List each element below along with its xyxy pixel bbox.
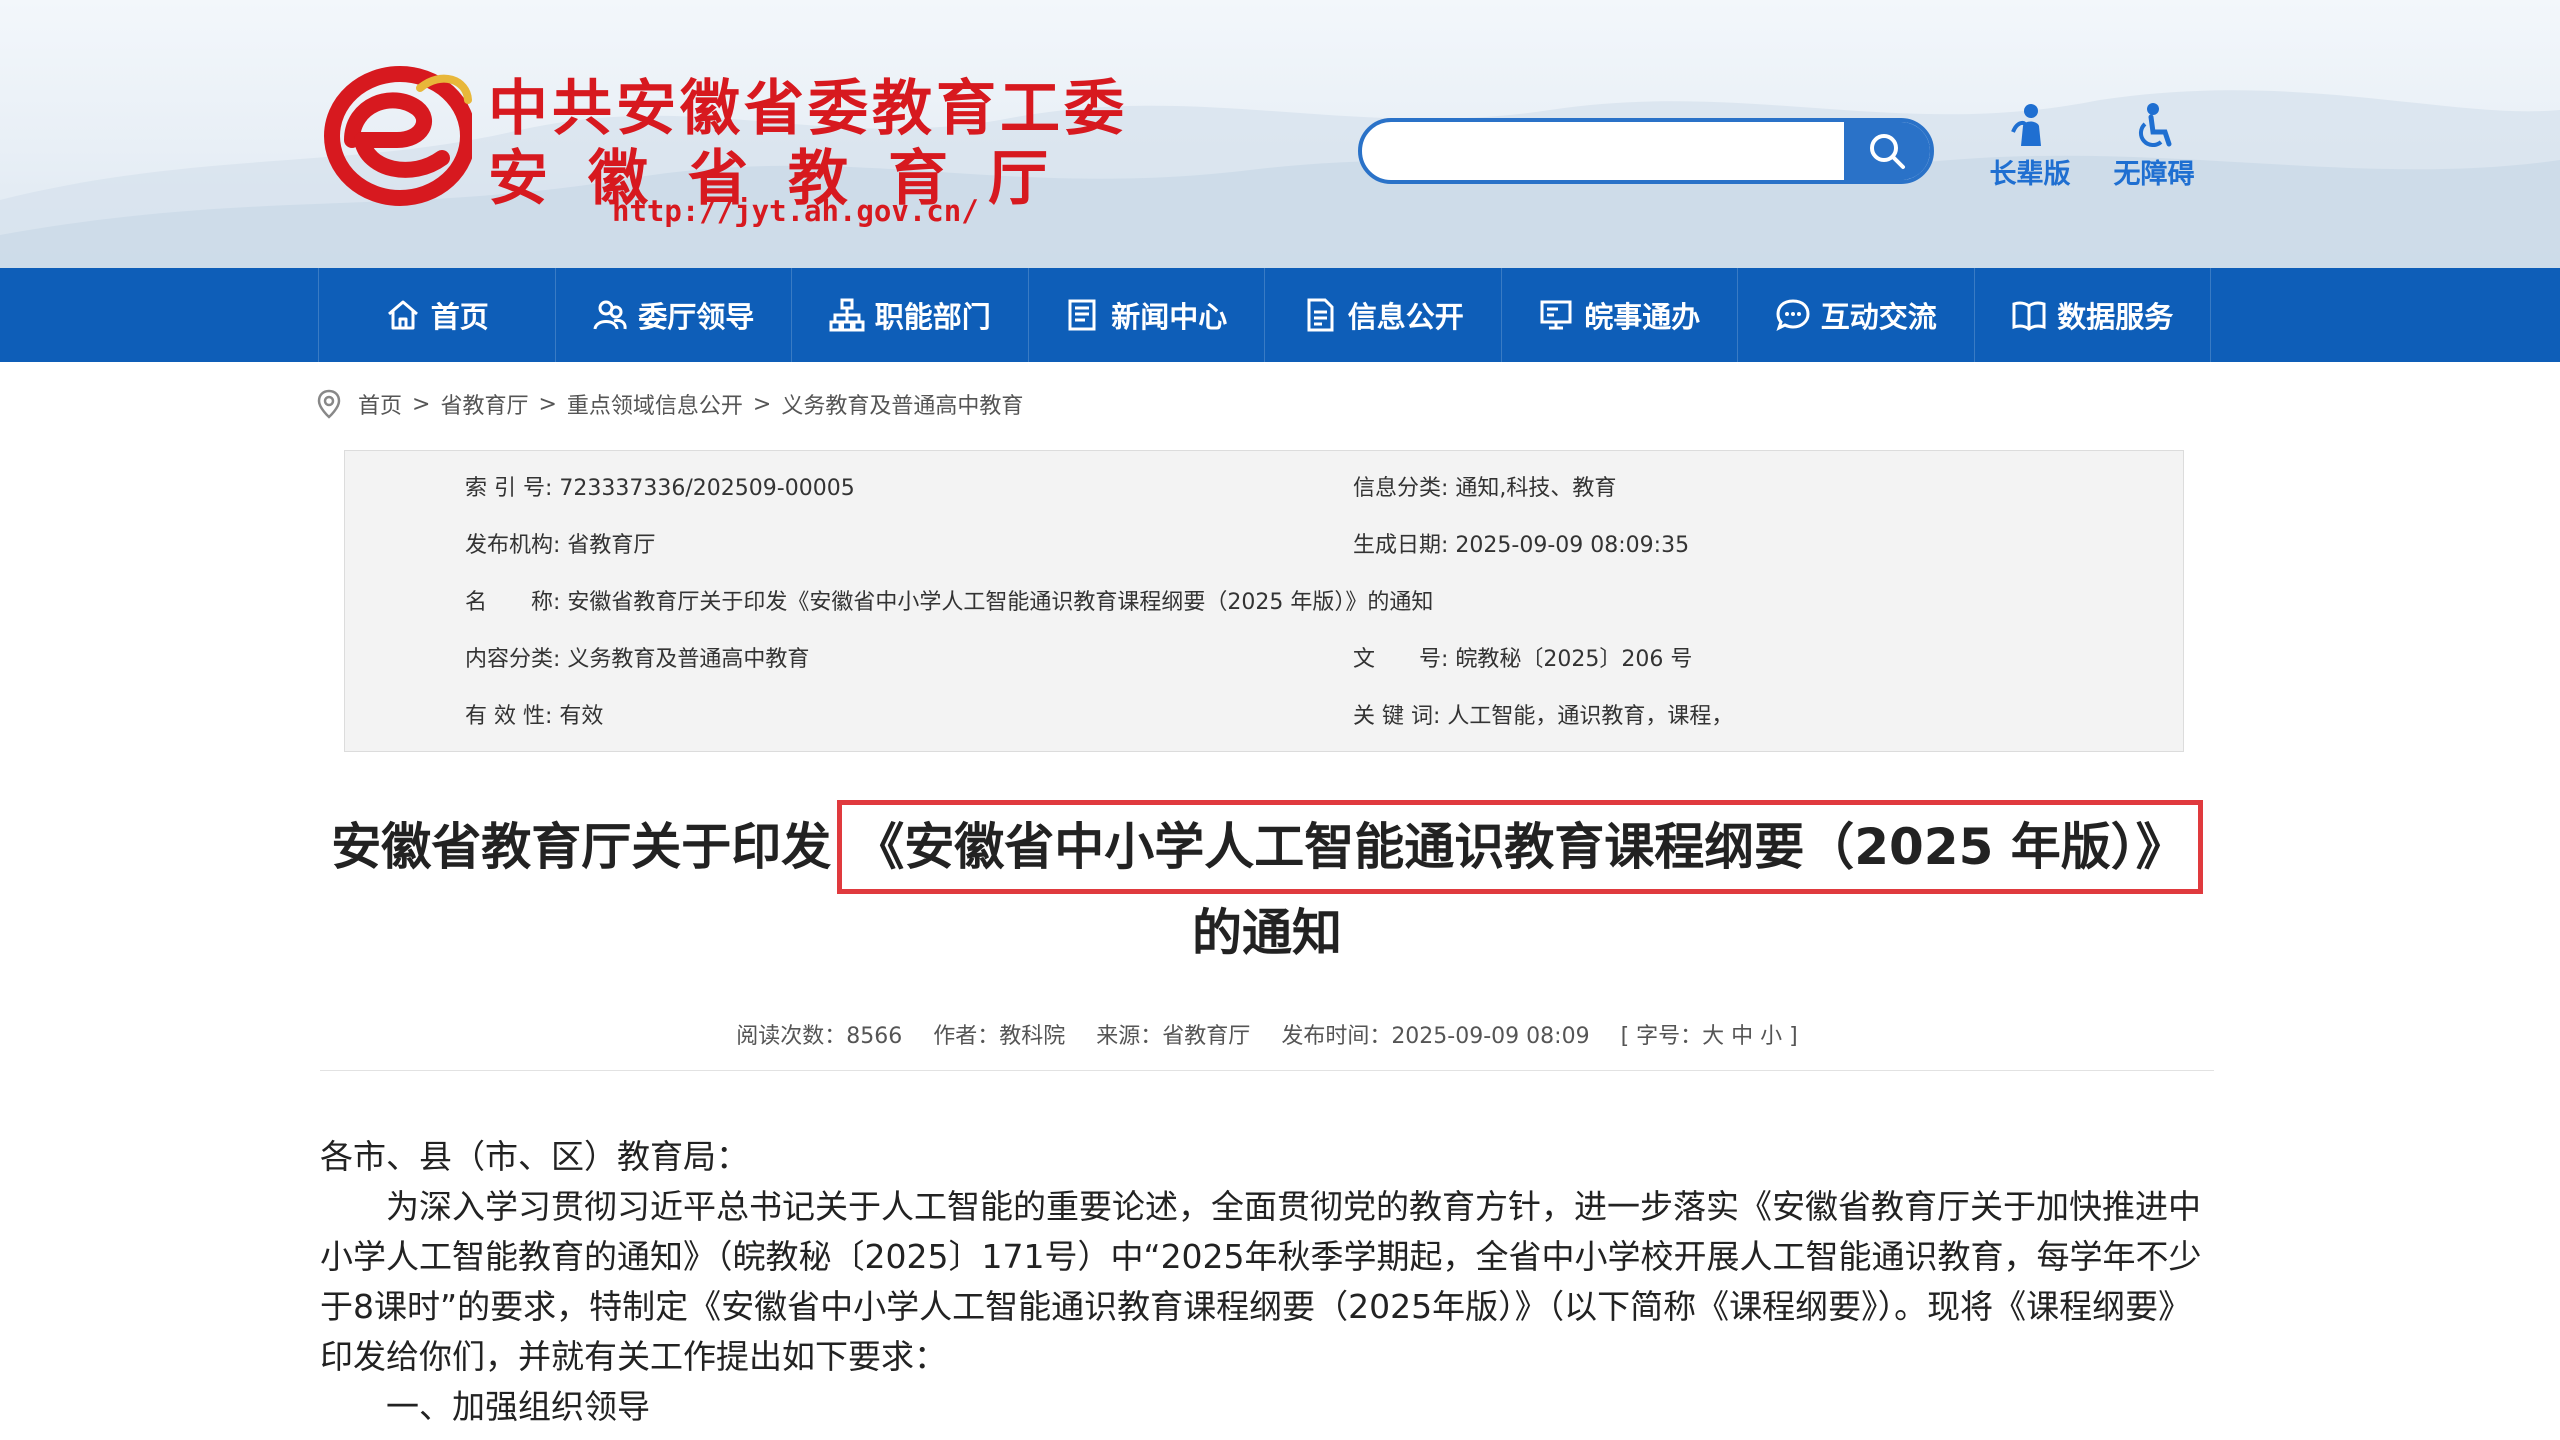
info-content-value: 义务教育及普通高中教育: [567, 647, 810, 672]
accessibility-icon: [2138, 103, 2172, 148]
info-label: 信息分类:: [1353, 476, 1449, 501]
nav-label: 委厅领导: [638, 300, 755, 334]
accessibility-button[interactable]: 无障碍: [2104, 102, 2204, 191]
info-keywords-value: 人工智能，通识教育，课程，: [1447, 704, 1734, 729]
e-emblem-icon: [324, 66, 472, 206]
info-label: 内容分类:: [465, 647, 561, 672]
elder-icon: [2011, 104, 2041, 146]
breadcrumb-section[interactable]: 重点领域信息公开: [567, 388, 743, 420]
nav-label: 信息公开: [1347, 300, 1464, 334]
title-prefix: 安徽省教育厅关于印发: [331, 818, 832, 876]
document-info-panel: 索 引 号: 723337336/202509-00005 信息分类: 通知,科…: [344, 450, 2184, 752]
chat-icon: [1776, 299, 1810, 331]
article-source: 来源：省教育厅: [1096, 1024, 1251, 1049]
read-count: 阅读次数：8566: [736, 1024, 903, 1049]
elder-mode-button[interactable]: 长辈版: [1980, 102, 2080, 191]
info-docno-value: 皖教秘〔2025〕206 号: [1455, 647, 1693, 672]
divider: [320, 1070, 2214, 1071]
news-icon: [1068, 299, 1096, 331]
section-heading: 一、加强组织领导: [386, 1387, 650, 1426]
nav-label: 首页: [430, 300, 489, 334]
font-size-switch[interactable]: [ 字号：大 中 小 ]: [1621, 1024, 1798, 1049]
info-category-value: 通知,科技、教育: [1455, 476, 1617, 501]
nav-item-leaders[interactable]: 委厅领导: [554, 268, 792, 362]
nav-label: 职能部门: [874, 300, 991, 334]
breadcrumb-home[interactable]: 首页: [358, 388, 402, 420]
accessibility-label: 无障碍: [2113, 159, 2195, 190]
article-body: 各市、县（市、区）教育局： 为深入学习贯彻习近平总书记关于人工智能的重要论述，全…: [320, 1132, 2214, 1432]
breadcrumb-department[interactable]: 省教育厅: [440, 388, 528, 420]
main-nav: 首页 委厅领导 职能部门 新闻中心 信息公开 皖事通办 互动交流 数据服务: [0, 268, 2560, 362]
search-icon: [1870, 134, 1905, 169]
nav-item-data[interactable]: 数据服务: [1973, 268, 2211, 362]
nav-label: 新闻中心: [1111, 300, 1228, 334]
search-box: [1358, 118, 1934, 184]
nav-item-services[interactable]: 皖事通办: [1500, 268, 1738, 362]
info-validity-value: 有效: [559, 704, 604, 729]
nav-item-departments[interactable]: 职能部门: [791, 268, 1028, 362]
title-suffix: 的通知: [1192, 904, 1342, 962]
info-label: 索 引 号:: [465, 476, 553, 501]
info-name-value: 安徽省教育厅关于印发《安徽省中小学人工智能通识教育课程纲要（2025 年版）》的…: [567, 590, 1434, 615]
info-label: 文 号:: [1353, 647, 1449, 672]
breadcrumb-current[interactable]: 义务教育及普通高中教育: [781, 388, 1023, 420]
body-paragraph: 为深入学习贯彻习近平总书记关于人工智能的重要论述，全面贯彻党的教育方针，进一步落…: [320, 1187, 2202, 1376]
info-label: 有 效 性:: [465, 704, 553, 729]
salutation: 各市、县（市、区）教育局：: [320, 1137, 749, 1176]
nav-label: 互动交流: [1820, 300, 1937, 334]
article-title: 安徽省教育厅关于印发 《安徽省中小学人工智能通识教育课程纲要（2025 年版）》 …: [320, 800, 2214, 972]
document-icon: [1307, 298, 1334, 332]
elder-mode-label: 长辈版: [1989, 159, 2071, 190]
info-publisher-value: 省教育厅: [567, 533, 656, 558]
search-button[interactable]: [1844, 122, 1930, 180]
logo-url: http://jyt.ah.gov.cn/: [612, 194, 979, 228]
info-label: 生成日期:: [1353, 533, 1449, 558]
book-icon: [2012, 301, 2046, 331]
info-label: 发布机构:: [465, 533, 561, 558]
breadcrumb: 首页 > 省教育厅 > 重点领域信息公开 > 义务教育及普通高中教育: [316, 388, 1023, 420]
nav-item-news[interactable]: 新闻中心: [1027, 268, 1265, 362]
search-input[interactable]: [1386, 122, 1790, 180]
info-label: 关 键 词:: [1353, 704, 1441, 729]
info-label: 名 称:: [465, 590, 561, 615]
nav-item-home[interactable]: 首页: [318, 268, 555, 362]
nav-item-interaction[interactable]: 互动交流: [1737, 268, 1974, 362]
nav-label: 皖事通办: [1584, 300, 1701, 334]
title-highlight: 《安徽省中小学人工智能通识教育课程纲要（2025 年版）》: [837, 800, 2203, 894]
site-header: 中共安徽省委教育工委 安徽省教育厅 http://jyt.ah.gov.cn/ …: [0, 0, 2560, 268]
article-meta: 阅读次数：8566 作者：教科院 来源：省教育厅 发布时间：2025-09-09…: [320, 1018, 2214, 1050]
location-pin-icon: [317, 389, 341, 419]
nav-item-disclosure[interactable]: 信息公开: [1264, 268, 1501, 362]
leaders-icon: [593, 300, 627, 330]
nav-label: 数据服务: [2057, 300, 2174, 334]
home-icon: [387, 300, 418, 330]
article-author: 作者：教科院: [933, 1024, 1066, 1049]
org-chart-icon: [829, 298, 865, 332]
info-index-value: 723337336/202509-00005: [559, 476, 855, 501]
service-icon: [1540, 300, 1572, 330]
info-created-value: 2025-09-09 08:09:35: [1455, 533, 1690, 558]
publish-time: 发布时间：2025-09-09 08:09: [1281, 1024, 1590, 1049]
site-logo[interactable]: 中共安徽省委教育工委 安徽省教育厅 http://jyt.ah.gov.cn/: [322, 56, 1422, 232]
